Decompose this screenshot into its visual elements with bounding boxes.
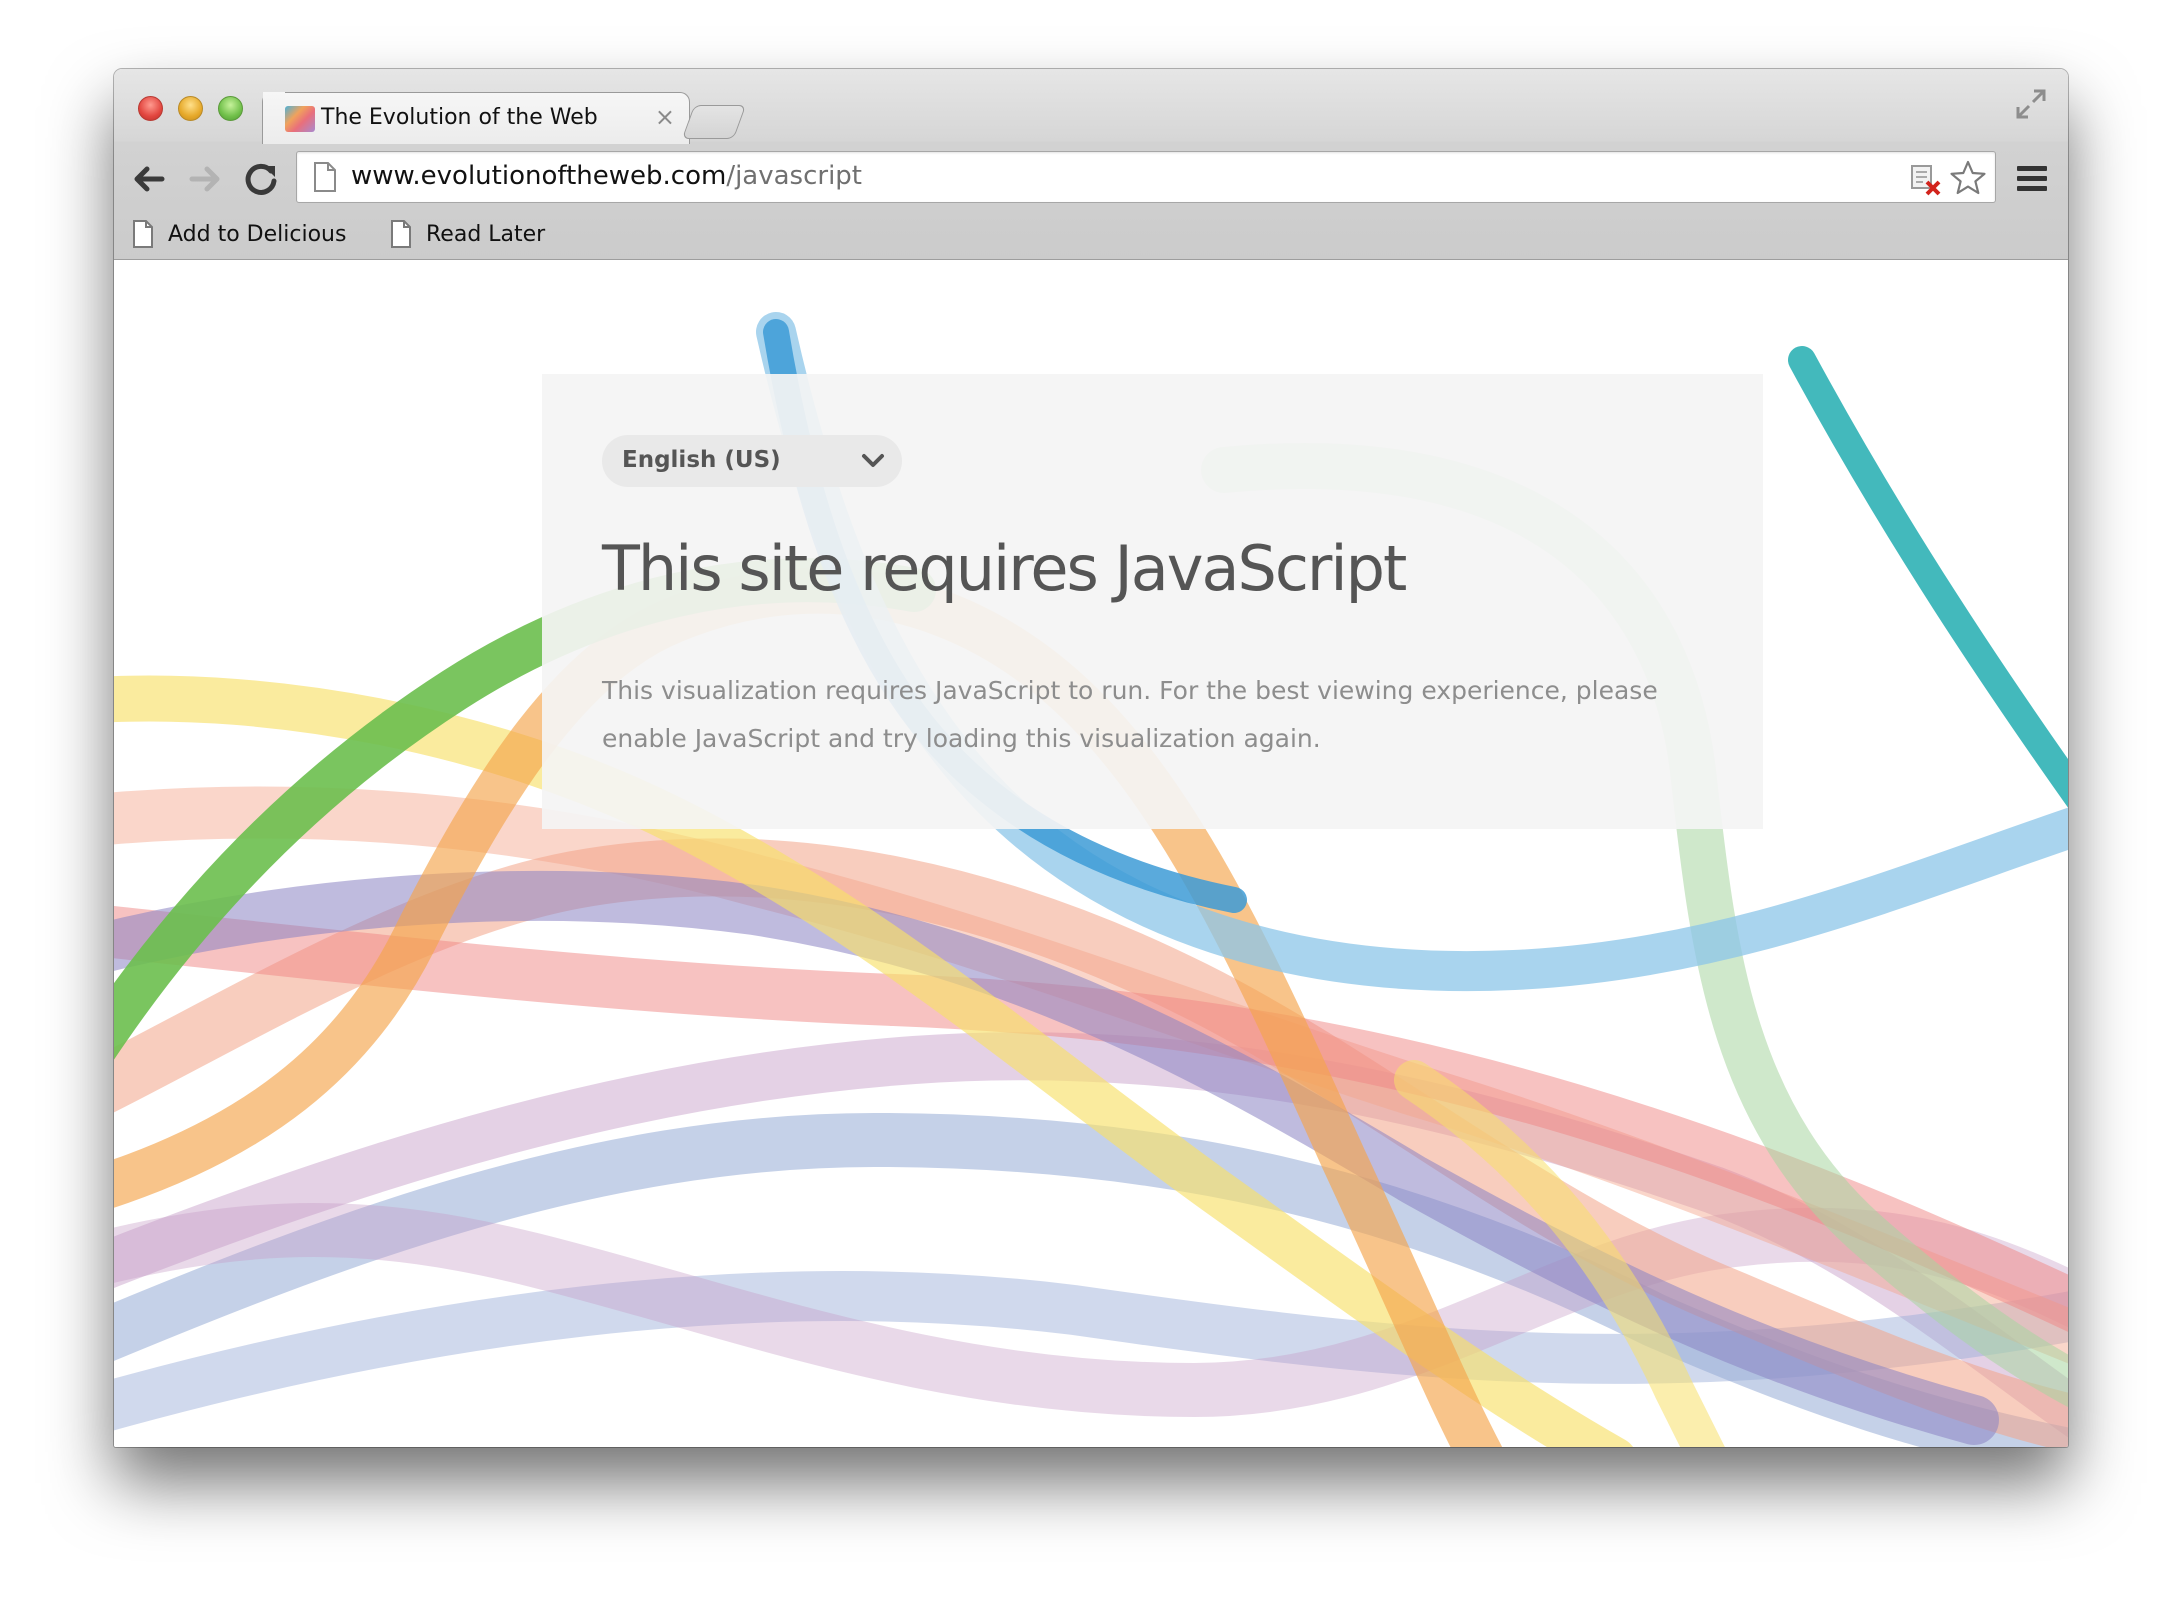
javascript-required-card: English (US) This site requires JavaScri…	[542, 374, 1763, 829]
url-text[interactable]: www.evolutionoftheweb.com/javascript	[351, 161, 862, 191]
url-path: /javascript	[726, 161, 862, 191]
url-host: www.evolutionoftheweb.com	[351, 161, 727, 191]
tab-evolution-of-the-web[interactable]: The Evolution of the Web ×	[262, 92, 690, 144]
browser-chrome: The Evolution of the Web × www.evolution…	[114, 69, 2068, 260]
browser-window: The Evolution of the Web × www.evolution…	[114, 69, 2068, 1447]
language-select[interactable]: English (US)	[602, 435, 902, 487]
star-icon[interactable]	[1949, 159, 1987, 197]
bookmark-read-later[interactable]: Read Later	[390, 217, 545, 251]
page-icon	[391, 220, 411, 248]
fullscreen-icon[interactable]	[2014, 87, 2048, 121]
page-content: English (US) This site requires JavaScri…	[114, 260, 2068, 1447]
new-tab-button[interactable]	[681, 105, 747, 139]
arrow-right-icon[interactable]	[182, 156, 228, 202]
zoom-window-button[interactable]	[218, 96, 243, 121]
page-title: This site requires JavaScript	[602, 532, 1407, 605]
page-icon	[314, 162, 336, 192]
arrow-left-icon[interactable]	[126, 156, 172, 202]
chevron-down-icon	[862, 454, 884, 467]
hamburger-menu-icon[interactable]	[2014, 162, 2050, 196]
tab-title: The Evolution of the Web	[321, 105, 598, 130]
bookmark-label: Add to Delicious	[168, 221, 347, 247]
extension-blocked-icon[interactable]	[1907, 160, 1943, 196]
evolution-of-the-web-favicon-icon	[285, 106, 315, 132]
language-select-value: English (US)	[622, 447, 781, 473]
ribbon-teal	[1788, 346, 2068, 808]
address-bar[interactable]: www.evolutionoftheweb.com/javascript	[296, 151, 1996, 203]
javascript-message: This visualization requires JavaScript t…	[602, 676, 1658, 753]
page-icon	[133, 220, 153, 248]
tab-close-icon[interactable]: ×	[655, 103, 675, 131]
bookmark-label: Read Later	[426, 221, 546, 247]
bookmark-add-to-delicious[interactable]: Add to Delicious	[132, 217, 346, 251]
reload-icon[interactable]	[238, 156, 284, 202]
minimize-window-button[interactable]	[178, 96, 203, 121]
close-window-button[interactable]	[138, 96, 163, 121]
